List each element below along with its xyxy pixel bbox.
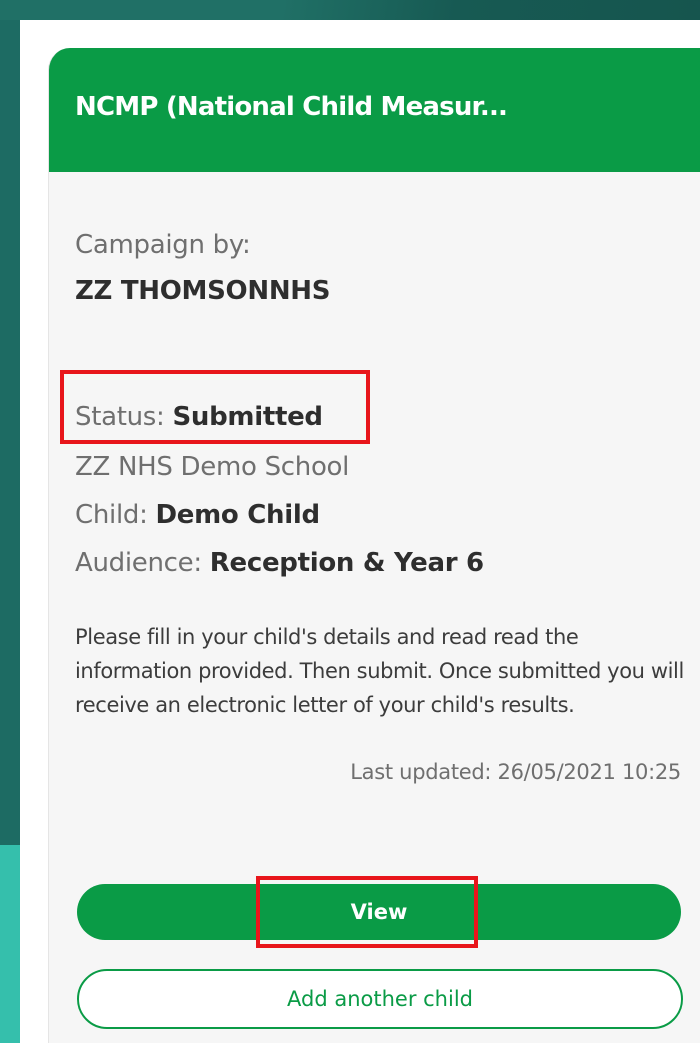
audience-label: Audience: bbox=[75, 548, 210, 578]
card-title: NCMP (National Child Measur... bbox=[75, 92, 508, 122]
status-value: Submitted bbox=[172, 402, 323, 432]
school-name: ZZ NHS Demo School bbox=[75, 452, 350, 482]
card-header: NCMP (National Child Measur... bbox=[49, 48, 700, 172]
background-stripe bbox=[0, 0, 700, 20]
campaign-by-value: ZZ THOMSONNHS bbox=[75, 276, 331, 306]
audience-value: Reception & Year 6 bbox=[209, 548, 484, 578]
child-value: Demo Child bbox=[155, 500, 321, 530]
add-another-child-button[interactable]: Add another child bbox=[77, 969, 683, 1029]
audience-line: Audience: Reception & Year 6 bbox=[75, 548, 484, 578]
add-another-child-label: Add another child bbox=[287, 987, 473, 1011]
campaign-by-label: Campaign by: bbox=[75, 230, 251, 260]
child-label: Child: bbox=[75, 500, 156, 530]
campaign-description: Please fill in your child's details and … bbox=[75, 625, 684, 717]
status-label: Status: bbox=[75, 402, 173, 432]
view-button[interactable]: View bbox=[77, 884, 681, 940]
last-updated: Last updated: 26/05/2021 10:25 bbox=[350, 760, 681, 784]
status-line: Status: Submitted bbox=[75, 402, 323, 432]
child-line: Child: Demo Child bbox=[75, 500, 320, 530]
campaign-card: NCMP (National Child Measur... Campaign … bbox=[48, 48, 700, 1043]
view-button-label: View bbox=[350, 900, 408, 924]
